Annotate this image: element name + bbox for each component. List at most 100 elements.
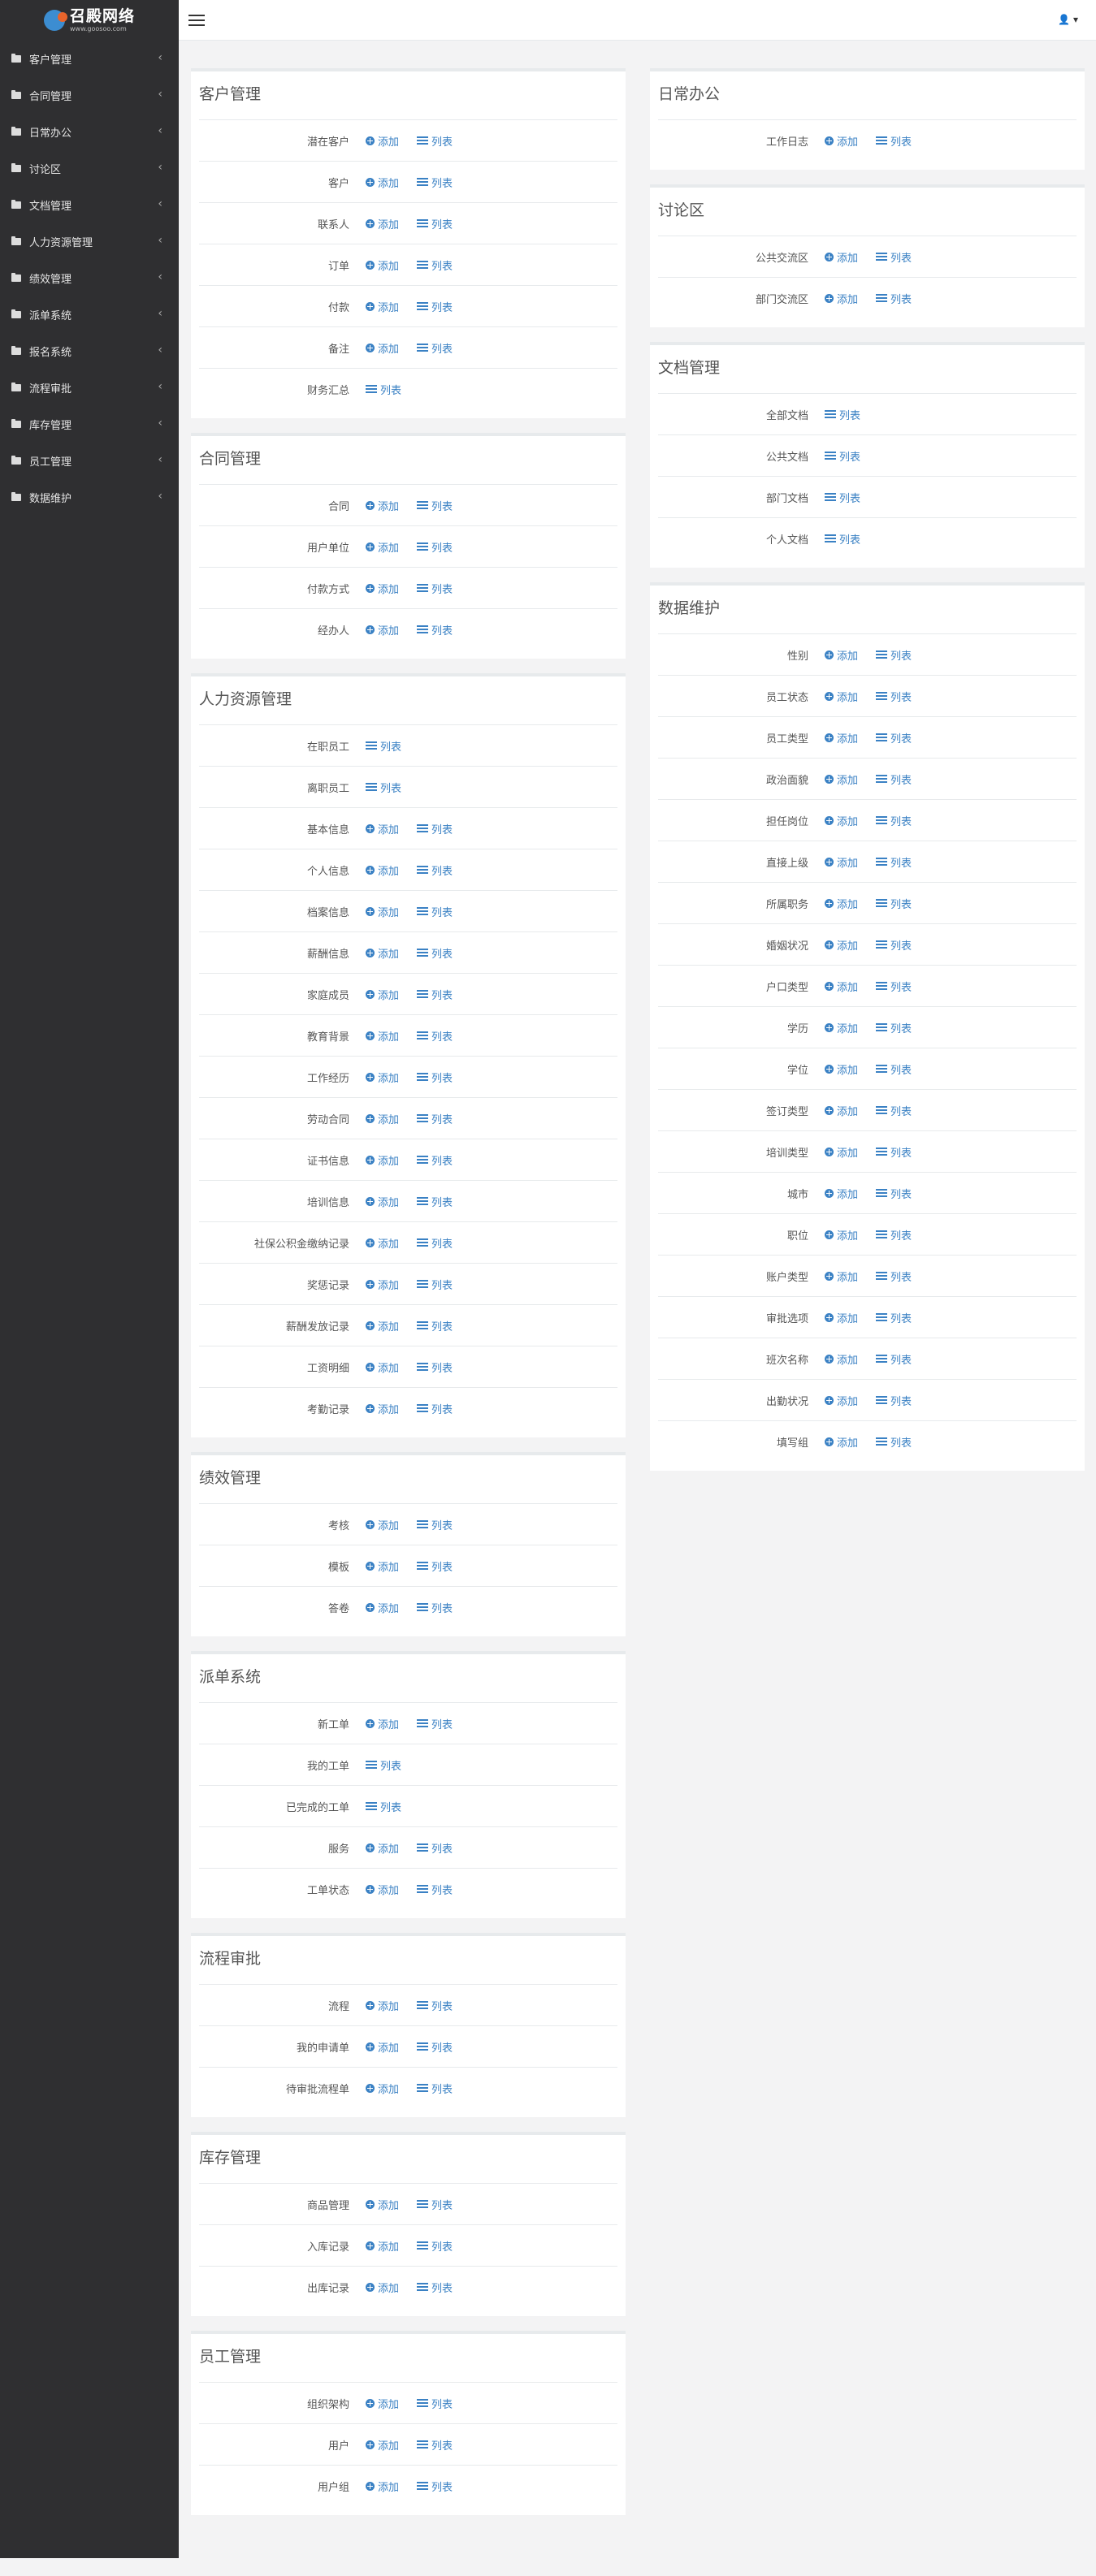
add-link[interactable]: 添加: [825, 1310, 858, 1325]
list-link[interactable]: 列表: [417, 1600, 453, 1615]
list-link[interactable]: 列表: [876, 1061, 912, 1077]
add-link[interactable]: 添加: [366, 1600, 399, 1615]
add-link[interactable]: 添加: [825, 1103, 858, 1118]
add-link[interactable]: 添加: [366, 2479, 399, 2494]
list-link[interactable]: 列表: [417, 1882, 453, 1897]
list-link[interactable]: 列表: [417, 821, 453, 836]
list-link[interactable]: 列表: [876, 1103, 912, 1118]
list-link[interactable]: 列表: [417, 1111, 453, 1126]
list-link[interactable]: 列表: [876, 1144, 912, 1160]
list-link[interactable]: 列表: [366, 1799, 401, 1814]
list-link[interactable]: 列表: [417, 862, 453, 878]
list-link[interactable]: 列表: [876, 813, 912, 828]
logo[interactable]: 召殿网络 www.goosoo.com: [0, 0, 179, 41]
list-link[interactable]: 列表: [417, 945, 453, 961]
add-link[interactable]: 添加: [366, 1070, 399, 1085]
add-link[interactable]: 添加: [825, 813, 858, 828]
list-link[interactable]: 列表: [417, 216, 453, 231]
add-link[interactable]: 添加: [366, 299, 399, 314]
sidebar-item[interactable]: 日常办公 ‹: [0, 114, 179, 150]
add-link[interactable]: 添加: [366, 340, 399, 356]
add-link[interactable]: 添加: [366, 1882, 399, 1897]
list-link[interactable]: 列表: [417, 133, 453, 149]
list-link[interactable]: 列表: [417, 1558, 453, 1574]
sidebar-item[interactable]: 绩效管理 ‹: [0, 260, 179, 296]
list-link[interactable]: 列表: [417, 1401, 453, 1416]
list-link[interactable]: 列表: [417, 1998, 453, 2013]
sidebar-item[interactable]: 数据维护 ‹: [0, 479, 179, 516]
list-link[interactable]: 列表: [876, 291, 912, 306]
list-link[interactable]: 列表: [876, 1269, 912, 1284]
add-link[interactable]: 添加: [366, 498, 399, 513]
list-link[interactable]: 列表: [417, 2081, 453, 2096]
add-link[interactable]: 添加: [825, 1020, 858, 1035]
sidebar-item[interactable]: 文档管理 ‹: [0, 187, 179, 223]
sidebar-item[interactable]: 合同管理 ‹: [0, 77, 179, 114]
add-link[interactable]: 添加: [825, 1186, 858, 1201]
list-link[interactable]: 列表: [876, 1227, 912, 1243]
list-link[interactable]: 列表: [417, 581, 453, 596]
add-link[interactable]: 添加: [825, 896, 858, 911]
add-link[interactable]: 添加: [366, 2437, 399, 2453]
list-link[interactable]: 列表: [417, 1277, 453, 1292]
list-link[interactable]: 列表: [417, 299, 453, 314]
list-link[interactable]: 列表: [417, 539, 453, 555]
add-link[interactable]: 添加: [825, 1393, 858, 1408]
add-link[interactable]: 添加: [366, 1359, 399, 1375]
list-link[interactable]: 列表: [417, 1359, 453, 1375]
list-link[interactable]: 列表: [876, 772, 912, 787]
list-link[interactable]: 列表: [876, 133, 912, 149]
sidebar-item[interactable]: 讨论区 ‹: [0, 150, 179, 187]
add-link[interactable]: 添加: [366, 1558, 399, 1574]
list-link[interactable]: 列表: [876, 1020, 912, 1035]
sidebar-item[interactable]: 客户管理 ‹: [0, 41, 179, 77]
add-link[interactable]: 添加: [366, 945, 399, 961]
add-link[interactable]: 添加: [366, 581, 399, 596]
list-link[interactable]: 列表: [876, 896, 912, 911]
add-link[interactable]: 添加: [366, 622, 399, 638]
list-link[interactable]: 列表: [876, 1434, 912, 1450]
add-link[interactable]: 添加: [366, 987, 399, 1002]
add-link[interactable]: 添加: [366, 1111, 399, 1126]
list-link[interactable]: 列表: [825, 448, 860, 464]
list-link[interactable]: 列表: [417, 987, 453, 1002]
list-link[interactable]: 列表: [825, 531, 860, 547]
add-link[interactable]: 添加: [366, 1716, 399, 1731]
list-link[interactable]: 列表: [417, 1194, 453, 1209]
list-link[interactable]: 列表: [366, 382, 401, 397]
add-link[interactable]: 添加: [366, 133, 399, 149]
add-link[interactable]: 添加: [825, 730, 858, 746]
list-link[interactable]: 列表: [366, 1757, 401, 1773]
add-link[interactable]: 添加: [366, 821, 399, 836]
add-link[interactable]: 添加: [366, 1028, 399, 1044]
add-link[interactable]: 添加: [825, 689, 858, 704]
add-link[interactable]: 添加: [366, 175, 399, 190]
list-link[interactable]: 列表: [417, 1716, 453, 1731]
add-link[interactable]: 添加: [366, 257, 399, 273]
add-link[interactable]: 添加: [825, 249, 858, 265]
list-link[interactable]: 列表: [417, 2437, 453, 2453]
add-link[interactable]: 添加: [366, 2039, 399, 2055]
sidebar-item[interactable]: 人力资源管理 ‹: [0, 223, 179, 260]
add-link[interactable]: 添加: [366, 2238, 399, 2254]
sidebar-item[interactable]: 员工管理 ‹: [0, 443, 179, 479]
add-link[interactable]: 添加: [366, 1194, 399, 1209]
list-link[interactable]: 列表: [366, 738, 401, 754]
add-link[interactable]: 添加: [825, 291, 858, 306]
list-link[interactable]: 列表: [876, 1351, 912, 1367]
list-link[interactable]: 列表: [876, 1186, 912, 1201]
add-link[interactable]: 添加: [825, 854, 858, 870]
add-link[interactable]: 添加: [366, 1235, 399, 1251]
list-link[interactable]: 列表: [876, 249, 912, 265]
list-link[interactable]: 列表: [876, 979, 912, 994]
list-link[interactable]: 列表: [876, 854, 912, 870]
list-link[interactable]: 列表: [417, 2280, 453, 2295]
list-link[interactable]: 列表: [417, 2479, 453, 2494]
list-link[interactable]: 列表: [825, 490, 860, 505]
add-link[interactable]: 添加: [366, 904, 399, 919]
add-link[interactable]: 添加: [366, 1517, 399, 1532]
list-link[interactable]: 列表: [876, 730, 912, 746]
add-link[interactable]: 添加: [366, 1318, 399, 1333]
list-link[interactable]: 列表: [417, 498, 453, 513]
add-link[interactable]: 添加: [825, 1061, 858, 1077]
